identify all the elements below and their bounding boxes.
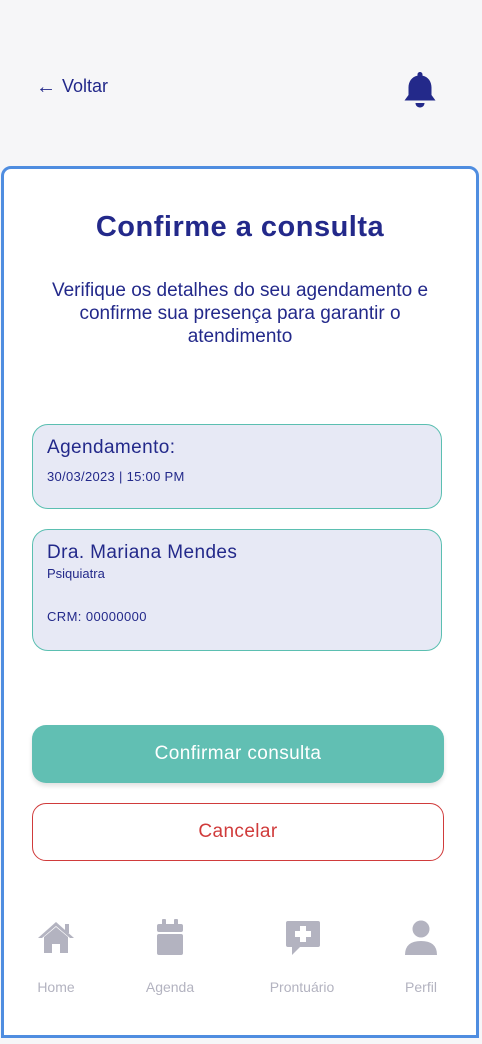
nav-item-agenda[interactable]: Agenda xyxy=(115,917,225,995)
nav-label-home: Home xyxy=(37,979,75,995)
calendar-icon xyxy=(157,919,183,955)
page-title: Confirme a consulta xyxy=(95,211,385,243)
arrow-left-icon: ← xyxy=(36,75,56,98)
nav-item-perfil[interactable]: Perfil xyxy=(366,917,476,995)
appointment-box: Agendamento: 30/03/2023 | 15:00 PM xyxy=(32,424,442,509)
appointment-heading: Agendamento: xyxy=(47,437,176,458)
confirm-card: Confirme a consulta Verifique os detalhe… xyxy=(1,166,479,1038)
doctor-box: Dra. Mariana Mendes Psiquiatra CRM: 0000… xyxy=(32,529,442,651)
appointment-datetime: 30/03/2023 | 15:00 PM xyxy=(47,469,185,484)
bottom-nav: Home Agenda Prontuário Perfil xyxy=(4,917,476,1007)
user-icon xyxy=(405,920,437,955)
back-button[interactable]: ← Voltar xyxy=(36,76,108,97)
back-label: Voltar xyxy=(62,76,109,96)
doctor-specialty: Psiquiatra xyxy=(47,566,105,581)
confirm-button[interactable]: Confirmar consulta xyxy=(32,725,444,783)
page-subtitle: Verifique os detalhes do seu agendamento… xyxy=(51,280,429,347)
doctor-name: Dra. Mariana Mendes xyxy=(47,542,238,563)
nav-item-prontuario[interactable]: Prontuário xyxy=(247,917,357,995)
nav-item-home[interactable]: Home xyxy=(1,917,111,995)
nav-label-agenda: Agenda xyxy=(145,979,195,995)
cancel-button[interactable]: Cancelar xyxy=(32,803,444,861)
home-icon xyxy=(38,922,74,953)
nav-label-perfil: Perfil xyxy=(405,979,437,995)
nav-label-prontuario: Prontuário xyxy=(269,979,335,995)
medical-record-icon xyxy=(286,921,320,955)
bell-icon[interactable] xyxy=(398,68,442,112)
doctor-crm: CRM: 00000000 xyxy=(47,609,147,624)
top-bar: ← Voltar xyxy=(0,0,476,166)
